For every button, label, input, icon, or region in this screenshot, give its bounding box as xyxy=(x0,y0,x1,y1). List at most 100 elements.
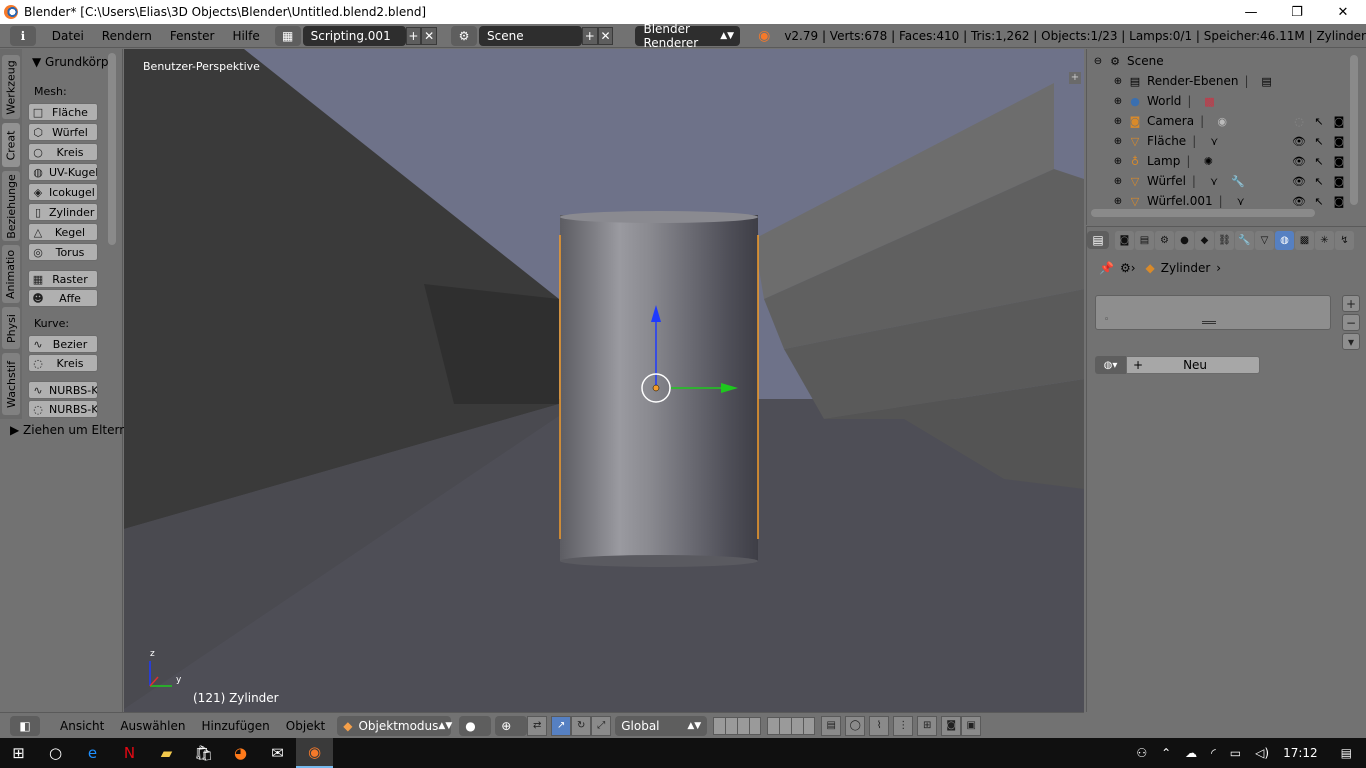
volume-icon[interactable]: ◁) xyxy=(1255,746,1269,760)
add-bezier-button[interactable]: ∿ Bezier xyxy=(28,335,98,353)
renderable-icon[interactable]: ◙ xyxy=(1332,115,1346,128)
particles-tab-icon[interactable]: ✳ xyxy=(1315,230,1334,250)
expand-icon[interactable]: ⊕ xyxy=(1113,176,1123,187)
render-engine-select[interactable]: Blender Renderer ▲▼ xyxy=(635,22,741,50)
outliner-row-lamp[interactable]: ⊕ ♁ Lamp | ✺ 👁 ↖ ◙ xyxy=(1087,151,1349,171)
add-cone-button[interactable]: △ Kegel xyxy=(28,223,98,241)
scene-field[interactable]: Scene xyxy=(478,25,582,46)
material-tab-icon[interactable]: ◍ xyxy=(1275,230,1294,250)
editor-type-3d-button[interactable]: ◧ xyxy=(10,715,40,736)
outliner-row-camera[interactable]: ⊕ ◙ Camera | ◉ ◌ ↖ ◙ xyxy=(1087,111,1349,131)
material-browse-button[interactable]: ◍▾ xyxy=(1095,356,1126,374)
menu-objekt[interactable]: Objekt xyxy=(278,719,333,733)
renderable-icon[interactable]: ◙ xyxy=(1332,155,1346,168)
proportional-edit-icon[interactable]: ◯ xyxy=(845,715,866,736)
material-specials-button[interactable]: ▾ xyxy=(1342,333,1360,350)
netflix-icon[interactable]: N xyxy=(111,738,148,768)
add-curve-circle-button[interactable]: ◌ Kreis xyxy=(28,354,98,372)
minimize-button[interactable]: — xyxy=(1228,0,1274,24)
outliner-row-wuerfel-001[interactable]: ⊕ ▽ Würfel.001 | ⋎ 👁 ↖ ◙ xyxy=(1087,191,1349,211)
modifiers-tab-icon[interactable]: 🔧 xyxy=(1235,230,1254,250)
3d-viewport[interactable]: Benutzer-Perspektive z y (121) Zylinder … xyxy=(124,49,1084,712)
list-filter-icon[interactable]: ◦ xyxy=(1104,315,1109,325)
add-monkey-button[interactable]: ☻ Affe xyxy=(28,289,98,307)
add-cube-button[interactable]: ⬡ Würfel xyxy=(28,123,98,141)
add-circle-button[interactable]: ○ Kreis xyxy=(28,143,98,161)
translate-manipulator[interactable]: ↗ xyxy=(551,715,572,736)
outliner-row-scene[interactable]: ⊖ ⚙ Scene xyxy=(1087,51,1349,71)
screen-layout-icon[interactable]: ▦ xyxy=(274,25,301,46)
menu-ansicht[interactable]: Ansicht xyxy=(52,719,112,733)
selectable-icon[interactable]: ↖ xyxy=(1312,115,1326,128)
outliner-row-world[interactable]: ⊕ ● World | ▩ xyxy=(1087,91,1349,111)
add-nurbs-circle-button[interactable]: ◌ NURBS-Kr xyxy=(28,400,98,418)
mail-icon[interactable]: ✉ xyxy=(259,738,296,768)
panel-header[interactable]: ▼ Grundkörp xyxy=(32,55,109,69)
menu-datei[interactable]: Datei xyxy=(43,29,93,43)
menu-fenster[interactable]: Fenster xyxy=(161,29,224,43)
tab-wachsstift[interactable]: Wachstif xyxy=(2,353,20,415)
scene-icon[interactable]: ⚙ xyxy=(451,25,477,46)
add-icosphere-button[interactable]: ◈ Icokugel xyxy=(28,183,98,201)
snap-element-icon[interactable]: ⋮ xyxy=(893,715,914,736)
visibility-icon[interactable]: 👁 xyxy=(1292,195,1306,208)
render-tab-icon[interactable]: ◙ xyxy=(1115,230,1134,250)
blender-taskbar-icon[interactable]: ◉ xyxy=(296,738,333,768)
toggle-properties-button[interactable]: + xyxy=(1069,72,1081,84)
onedrive-icon[interactable]: ☁ xyxy=(1185,746,1197,760)
add-nurbs-curve-button[interactable]: ∿ NURBS-Ku xyxy=(28,381,98,399)
orientation-select[interactable]: Global ▲▼ xyxy=(615,715,708,736)
edge-browser-icon[interactable]: e xyxy=(74,738,111,768)
windows-start-icon[interactable]: ⊞ xyxy=(0,738,37,768)
tab-physik[interactable]: Physi xyxy=(2,307,20,349)
remove-material-slot-button[interactable]: − xyxy=(1342,314,1360,331)
selectable-icon[interactable]: ↖ xyxy=(1312,195,1326,208)
tab-beziehungen[interactable]: Beziehunge xyxy=(2,171,20,241)
maximize-button[interactable]: ❐ xyxy=(1274,0,1320,24)
outliner-horizontal-scrollbar[interactable] xyxy=(1091,209,1315,217)
store-icon[interactable]: 🛍 xyxy=(185,738,222,768)
snap-target-icon[interactable]: ⊞ xyxy=(917,715,938,736)
outliner-scrollbar[interactable] xyxy=(1350,55,1358,205)
battery-icon[interactable]: ▭ xyxy=(1230,746,1241,760)
world-tab-icon[interactable]: ● xyxy=(1175,230,1194,250)
wifi-icon[interactable]: ◜ xyxy=(1211,746,1216,760)
layer-buttons-2[interactable] xyxy=(767,716,816,735)
tab-werkzeug[interactable]: Werkzeug xyxy=(2,55,20,119)
selectable-icon[interactable]: ↖ xyxy=(1312,135,1326,148)
render-still-icon[interactable]: ◙ xyxy=(941,715,962,736)
shading-select[interactable]: ● xyxy=(459,715,492,736)
remove-screen-button[interactable]: ✕ xyxy=(421,26,438,45)
add-uv-sphere-button[interactable]: ◍ UV-Kugel xyxy=(28,163,98,181)
outliner-row-wuerfel[interactable]: ⊕ ▽ Würfel | ⋎ 🔧 👁 ↖ ◙ xyxy=(1087,171,1349,191)
screen-layout-field[interactable]: Scripting.001 xyxy=(302,25,406,46)
expand-icon[interactable]: ⊕ xyxy=(1113,116,1123,127)
firefox-icon[interactable]: ◕ xyxy=(222,738,259,768)
action-center-icon[interactable]: ▤ xyxy=(1341,746,1352,760)
add-scene-button[interactable]: + xyxy=(581,26,598,45)
add-cylinder-button[interactable]: ▯ Zylinder xyxy=(28,203,98,221)
scene-tab-icon[interactable]: ⚙ xyxy=(1155,230,1174,250)
add-plane-button[interactable]: □ Fläche xyxy=(28,103,98,121)
constraints-tab-icon[interactable]: ⛓ xyxy=(1215,230,1234,250)
menu-hinzufuegen[interactable]: Hinzufügen xyxy=(193,719,277,733)
visibility-icon[interactable]: 👁 xyxy=(1292,135,1306,148)
rotate-manipulator[interactable]: ↻ xyxy=(571,715,592,736)
renderable-icon[interactable]: ◙ xyxy=(1332,195,1346,208)
selectable-icon[interactable]: ↖ xyxy=(1312,175,1326,188)
close-button[interactable]: ✕ xyxy=(1320,0,1366,24)
remove-scene-button[interactable]: ✕ xyxy=(597,26,614,45)
expand-icon[interactable]: ⊕ xyxy=(1113,76,1123,87)
expand-icon[interactable]: ⊕ xyxy=(1113,136,1123,147)
tab-create[interactable]: Creat xyxy=(2,123,20,167)
cortana-search-icon[interactable]: ○ xyxy=(37,738,74,768)
render-layers-tab-icon[interactable]: ▤ xyxy=(1135,230,1154,250)
render-animation-icon[interactable]: ▣ xyxy=(961,715,982,736)
visibility-icon[interactable]: ◌ xyxy=(1292,115,1306,128)
outliner-row-flaeche[interactable]: ⊕ ▽ Fläche | ⋎ 👁 ↖ ◙ xyxy=(1087,131,1349,151)
editor-type-button[interactable]: ℹ xyxy=(10,25,36,46)
new-material-button[interactable]: + Neu xyxy=(1126,356,1260,374)
expand-icon[interactable]: ⊕ xyxy=(1113,96,1123,107)
tab-animation[interactable]: Animatio xyxy=(2,245,20,303)
clock[interactable]: 17:12 xyxy=(1283,746,1318,760)
